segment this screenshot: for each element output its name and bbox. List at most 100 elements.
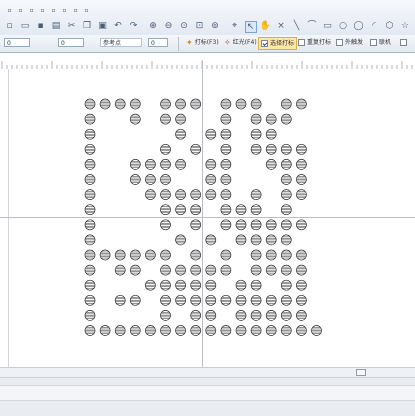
dot-element[interactable] — [205, 279, 217, 291]
dot-element[interactable] — [175, 264, 186, 276]
dot-element[interactable] — [280, 219, 292, 231]
dot-element[interactable] — [190, 249, 202, 261]
dot-element[interactable] — [175, 204, 186, 216]
dot-element[interactable] — [250, 98, 262, 110]
dot-element[interactable] — [99, 249, 111, 261]
dot-element[interactable] — [280, 234, 292, 246]
dot-element[interactable] — [296, 325, 307, 336]
dot-element[interactable] — [220, 128, 232, 140]
dot-element[interactable] — [99, 98, 111, 110]
dot-element[interactable] — [220, 325, 232, 336]
dot-element[interactable] — [220, 219, 232, 231]
dot-element[interactable] — [220, 294, 232, 306]
dot-element[interactable] — [235, 279, 247, 291]
dot-element[interactable] — [205, 128, 217, 140]
dot-element[interactable] — [190, 279, 202, 291]
dot-element[interactable] — [296, 279, 307, 291]
dot-element[interactable] — [205, 325, 217, 336]
dot-element[interactable] — [190, 325, 202, 336]
dot-matrix-drawing[interactable] — [0, 0, 415, 415]
dot-element[interactable] — [235, 204, 247, 216]
dot-element[interactable] — [145, 159, 156, 170]
dot-element[interactable] — [280, 113, 292, 125]
dot-element[interactable] — [311, 325, 322, 336]
dot-element[interactable] — [220, 159, 232, 170]
dot-element[interactable] — [265, 249, 277, 261]
dot-element[interactable] — [84, 113, 96, 125]
dot-element[interactable] — [280, 279, 292, 291]
dot-element[interactable] — [296, 249, 307, 261]
dot-element[interactable] — [296, 159, 307, 170]
dot-element[interactable] — [250, 143, 262, 155]
dot-element[interactable] — [190, 143, 202, 155]
dot-element[interactable] — [220, 189, 232, 200]
dot-element[interactable] — [220, 98, 232, 110]
dot-element[interactable] — [175, 234, 186, 246]
dot-element[interactable] — [84, 189, 96, 200]
dot-element[interactable] — [265, 159, 277, 170]
dot-element[interactable] — [175, 325, 186, 336]
dot-element[interactable] — [145, 249, 156, 261]
dot-element[interactable] — [84, 294, 96, 306]
dot-element[interactable] — [296, 98, 307, 110]
dot-element[interactable] — [160, 204, 171, 216]
dot-element[interactable] — [145, 279, 156, 291]
dot-element[interactable] — [296, 189, 307, 200]
dot-element[interactable] — [175, 128, 186, 140]
dot-element[interactable] — [129, 249, 141, 261]
dot-element[interactable] — [190, 189, 202, 200]
dot-element[interactable] — [129, 159, 141, 170]
dot-element[interactable] — [160, 325, 171, 336]
dot-element[interactable] — [280, 249, 292, 261]
dot-element[interactable] — [205, 174, 217, 185]
dot-element[interactable] — [84, 234, 96, 246]
dot-element[interactable] — [160, 98, 171, 110]
dot-element[interactable] — [205, 264, 217, 276]
dot-element[interactable] — [280, 159, 292, 170]
dot-element[interactable] — [250, 189, 262, 200]
dot-element[interactable] — [205, 189, 217, 200]
dot-element[interactable] — [160, 189, 171, 200]
dot-element[interactable] — [160, 143, 171, 155]
dot-element[interactable] — [160, 264, 171, 276]
dot-element[interactable] — [114, 249, 126, 261]
dot-element[interactable] — [280, 294, 292, 306]
dot-element[interactable] — [99, 325, 111, 336]
dot-element[interactable] — [190, 98, 202, 110]
dot-element[interactable] — [250, 234, 262, 246]
dot-element[interactable] — [280, 310, 292, 321]
dot-element[interactable] — [129, 294, 141, 306]
dot-element[interactable] — [235, 294, 247, 306]
dot-element[interactable] — [265, 294, 277, 306]
dot-element[interactable] — [296, 174, 307, 185]
dot-element[interactable] — [129, 98, 141, 110]
dot-element[interactable] — [160, 219, 171, 231]
dot-element[interactable] — [296, 310, 307, 321]
dot-element[interactable] — [250, 113, 262, 125]
dot-element[interactable] — [250, 264, 262, 276]
dot-element[interactable] — [175, 189, 186, 200]
dot-element[interactable] — [84, 159, 96, 170]
dot-element[interactable] — [84, 310, 96, 321]
dot-element[interactable] — [280, 98, 292, 110]
horizontal-scrollbar[interactable] — [0, 367, 415, 377]
dot-element[interactable] — [220, 143, 232, 155]
dot-element[interactable] — [235, 234, 247, 246]
dot-element[interactable] — [250, 310, 262, 321]
dot-element[interactable] — [235, 310, 247, 321]
dot-element[interactable] — [235, 98, 247, 110]
dot-element[interactable] — [220, 113, 232, 125]
dot-element[interactable] — [84, 249, 96, 261]
dot-element[interactable] — [114, 294, 126, 306]
dot-element[interactable] — [160, 159, 171, 170]
dot-element[interactable] — [84, 264, 96, 276]
dot-element[interactable] — [220, 249, 232, 261]
dot-element[interactable] — [129, 113, 141, 125]
dot-element[interactable] — [280, 264, 292, 276]
scrollbar-thumb[interactable] — [356, 369, 366, 376]
dot-element[interactable] — [280, 325, 292, 336]
dot-element[interactable] — [84, 143, 96, 155]
dot-element[interactable] — [145, 189, 156, 200]
dot-element[interactable] — [145, 174, 156, 185]
dot-element[interactable] — [205, 294, 217, 306]
